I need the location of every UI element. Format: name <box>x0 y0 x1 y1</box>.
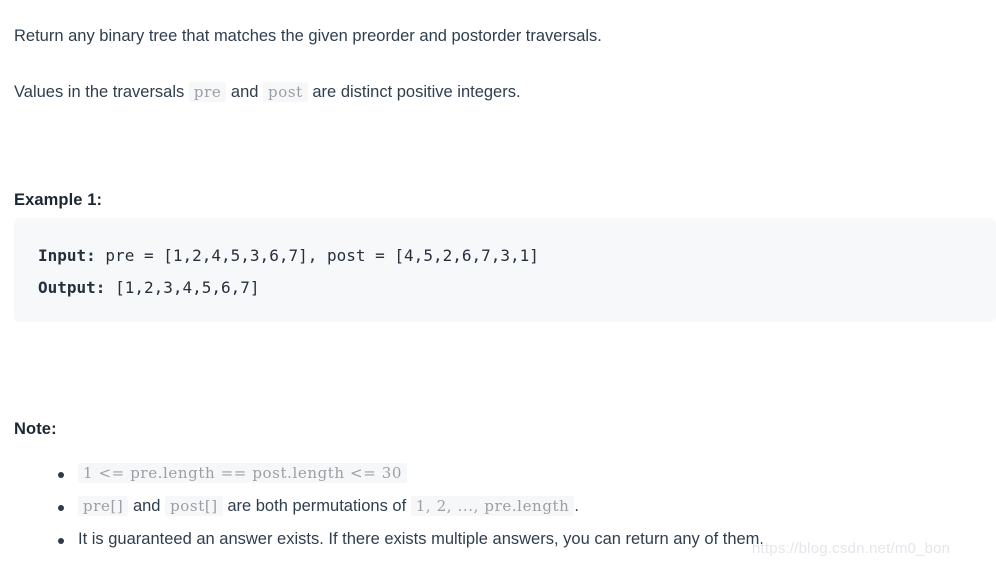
example-input-label: Input: <box>38 246 96 265</box>
watermark: https://blog.csdn.net/m0_bon <box>752 540 951 557</box>
note-list: 1 <= pre.length == post.length <= 30 pre… <box>58 457 764 556</box>
note-heading: Note: <box>14 419 57 438</box>
list-item: 1 <= pre.length == post.length <= 30 <box>58 457 764 490</box>
constraints-suffix-text: are distinct positive integers. <box>307 82 521 101</box>
inline-code-pre: pre <box>188 81 227 102</box>
problem-statement-page: Return any binary tree that matches the … <box>0 0 996 562</box>
constraints-mid-text: and <box>226 82 264 101</box>
list-item: It is guaranteed an answer exists. If th… <box>58 523 764 556</box>
list-item: pre[] and post[] are both permutations o… <box>58 490 764 523</box>
note-3-text: It is guaranteed an answer exists. If th… <box>78 530 764 548</box>
example-code-content: Input: pre = [1,2,4,5,3,6,7], post = [4,… <box>14 218 996 304</box>
example-heading: Example 1: <box>14 190 103 209</box>
note-2-text-permutations: are both permutations of <box>222 497 411 515</box>
note-2-code-post-array: post[] <box>165 496 223 516</box>
note-2-text-and: and <box>128 497 166 515</box>
constraints-paragraph: Values in the traversals pre and post ar… <box>14 81 521 103</box>
note-2-text-period: . <box>574 497 580 515</box>
note-1-code: 1 <= pre.length == post.length <= 30 <box>78 463 408 483</box>
example-output-label: Output: <box>38 278 106 297</box>
example-input-value: pre = [1,2,4,5,3,6,7], post = [4,5,2,6,7… <box>95 246 539 265</box>
note-2-code-range: 1, 2, ..., pre.length <box>410 496 575 516</box>
example-code-block: Input: pre = [1,2,4,5,3,6,7], post = [4,… <box>14 218 996 322</box>
note-2-code-pre-array: pre[] <box>78 496 129 516</box>
example-output-value: [1,2,3,4,5,6,7] <box>105 278 260 297</box>
constraints-prefix-text: Values in the traversals <box>14 82 189 101</box>
intro-paragraph: Return any binary tree that matches the … <box>14 25 602 47</box>
intro-paragraph-text: Return any binary tree that matches the … <box>14 26 602 45</box>
inline-code-post: post <box>263 81 308 102</box>
